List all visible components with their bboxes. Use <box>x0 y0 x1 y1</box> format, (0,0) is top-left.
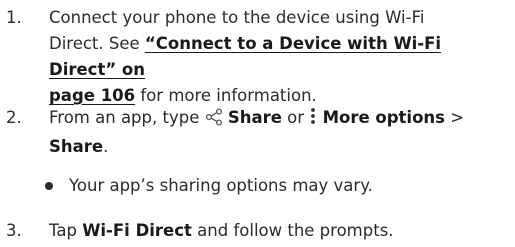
step-separator: > <box>444 108 465 127</box>
share-label: Share <box>227 108 282 127</box>
step-number: 3. <box>6 221 22 240</box>
step-text-line: and follow the prompts. <box>191 221 394 240</box>
step-number: 1. <box>6 8 22 27</box>
step-line: Share. <box>49 134 511 160</box>
page-reference-link[interactable]: page 106 <box>49 86 135 105</box>
step-2: 2. From an app, type Share or More optio… <box>6 105 511 159</box>
share-label-2: Share <box>49 137 104 156</box>
more-options-label: More options <box>322 108 445 127</box>
note-bullet: Your app’s sharing options may vary. <box>45 174 505 198</box>
step-text: Tap Wi-Fi Direct and follow the prompts. <box>49 218 511 244</box>
step-text-line: Tap <box>49 221 83 240</box>
step-3: 3. Tap Wi-Fi Direct and follow the promp… <box>6 218 511 244</box>
wifi-direct-label: Wi-Fi Direct <box>82 221 192 240</box>
more-options-icon <box>309 106 317 134</box>
step-1: 1. Connect your phone to the device usin… <box>6 5 511 105</box>
step-text-line: Connect your phone to the device using W… <box>49 8 425 27</box>
step-text-line: for more information. <box>135 86 317 105</box>
step-text-line: or <box>281 108 310 127</box>
step-line: Direct. See “Connect to a Device with Wi… <box>49 31 511 83</box>
step-number: 2. <box>6 108 22 127</box>
bullet-dot-icon <box>45 182 53 190</box>
bullet-text: Your app’s sharing options may vary. <box>69 176 373 195</box>
step-text: Connect your phone to the device using W… <box>49 5 511 109</box>
share-icon <box>205 108 223 134</box>
step-text-line: From an app, type <box>49 108 205 127</box>
instruction-list: 1. Connect your phone to the device usin… <box>0 0 515 247</box>
step-text-line: Direct. See <box>49 34 145 53</box>
step-line: From an app, type Share or More options … <box>49 105 511 134</box>
step-period: . <box>103 137 109 156</box>
step-line: Connect your phone to the device using W… <box>49 5 511 31</box>
step-text: From an app, type Share or More options … <box>49 105 511 160</box>
